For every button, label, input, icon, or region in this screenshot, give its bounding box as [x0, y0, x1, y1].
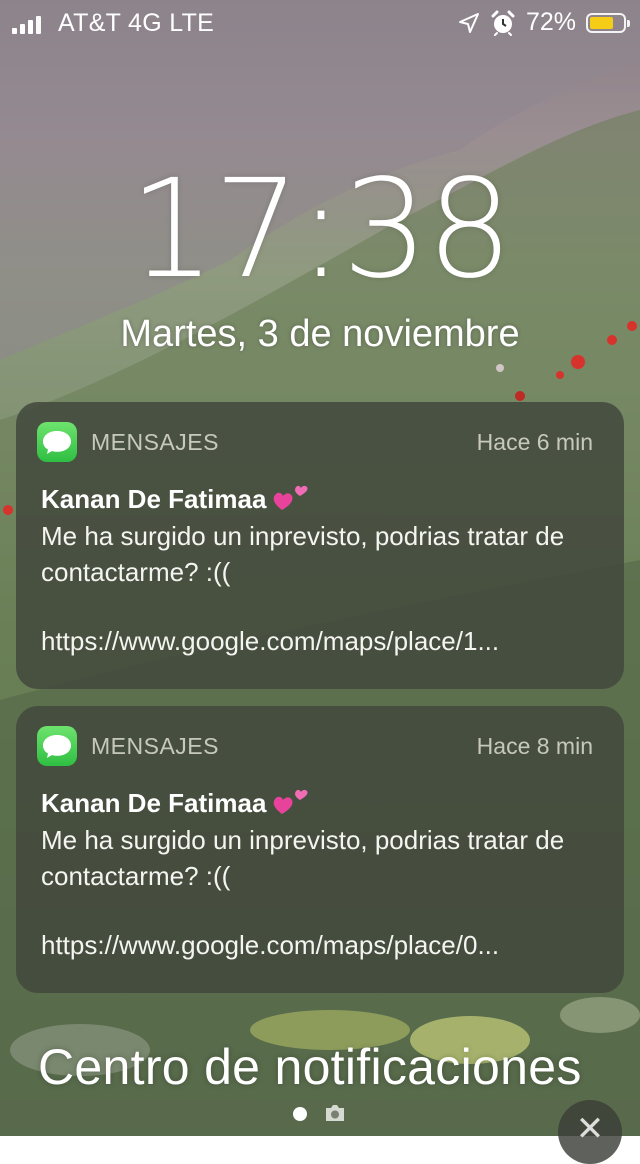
two-hearts-icon	[274, 789, 308, 814]
notification-app-name: MENSAJES	[91, 733, 219, 759]
notification-message: Me ha surgido un inprevisto, podrias tra…	[41, 825, 565, 891]
camera-icon[interactable]	[324, 1104, 346, 1122]
notification-sender-row: Kanan De Fatimaa	[41, 482, 312, 516]
alarm-clock-icon	[491, 10, 515, 36]
location-arrow-icon	[458, 12, 479, 33]
page-indicator-dot[interactable]	[293, 1107, 307, 1121]
notification-card[interactable]: MENSAJES Hace 6 min Kanan De Fatimaa Me …	[16, 402, 624, 689]
notification-sender: Kanan De Fatimaa	[41, 483, 267, 514]
battery-percent: 72%	[525, 8, 576, 36]
messages-app-icon	[37, 422, 77, 462]
two-hearts-icon	[274, 485, 308, 510]
lock-screen-date: Martes, 3 de noviembre	[120, 313, 520, 355]
notification-message: Me ha surgido un inprevisto, podrias tra…	[41, 521, 565, 587]
notification-sender-row: Kanan De Fatimaa	[41, 786, 312, 820]
notification-card[interactable]: MENSAJES Hace 8 min Kanan De Fatimaa Me …	[16, 706, 624, 993]
messages-app-icon	[37, 726, 77, 766]
notification-center-title: Centro de notificaciones	[38, 1039, 582, 1095]
carrier-label: AT&T 4G LTE	[58, 9, 215, 37]
notification-sender: Kanan De Fatimaa	[41, 787, 267, 818]
status-right-group: 72%	[458, 8, 630, 37]
notification-link[interactable]: https://www.google.com/maps/place/1...	[41, 626, 601, 657]
battery-icon	[586, 12, 630, 33]
notification-link[interactable]: https://www.google.com/maps/place/0...	[41, 930, 601, 961]
status-bar: AT&T 4G LTE 72%	[0, 0, 640, 48]
notification-time: Hace 6 min	[476, 429, 593, 455]
notification-time: Hace 8 min	[476, 733, 593, 759]
notification-app-name: MENSAJES	[91, 429, 219, 455]
lock-screen-time: 17:38	[129, 151, 513, 309]
signal-bars-icon	[12, 14, 41, 34]
battery-fill	[590, 16, 614, 29]
close-icon: ✕	[575, 1110, 605, 1148]
clear-notifications-button[interactable]: ✕	[558, 1100, 622, 1164]
